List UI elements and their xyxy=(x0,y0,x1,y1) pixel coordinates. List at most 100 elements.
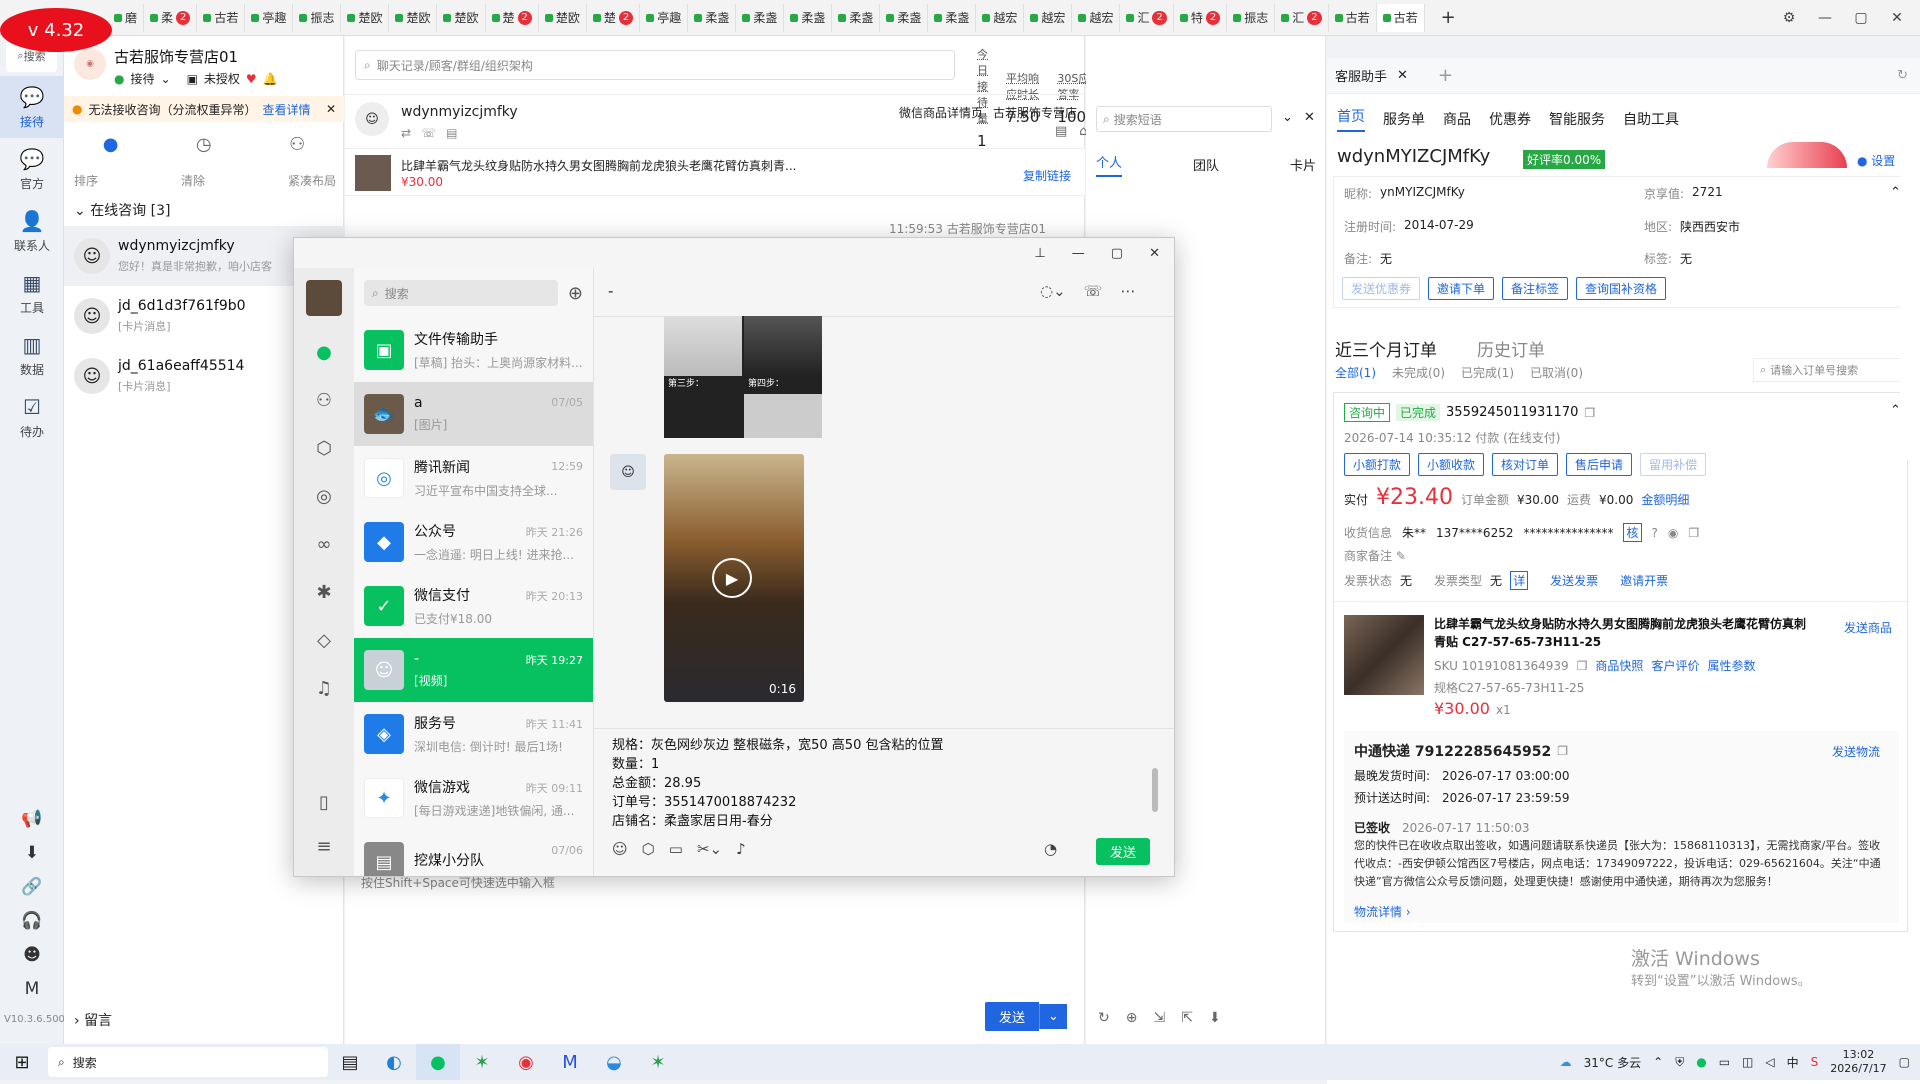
copy-icon[interactable]: ❐ xyxy=(1577,659,1588,673)
import-icon[interactable]: ⇲ xyxy=(1153,1010,1165,1026)
customer-action-button[interactable]: 备注标签 xyxy=(1502,277,1569,300)
customer-action-button[interactable]: 查询国补资格 xyxy=(1576,277,1667,300)
attributes-link[interactable]: 属性参数 xyxy=(1707,657,1755,674)
tab-item[interactable]: 楚欧 xyxy=(437,3,486,32)
mic-icon[interactable]: ♪ xyxy=(736,840,746,858)
tab-item[interactable]: 磨 xyxy=(108,3,145,32)
help-icon[interactable]: ? xyxy=(1652,526,1658,540)
tab-recent-orders[interactable]: 近三个月订单 xyxy=(1335,336,1437,361)
more-icon[interactable]: ⋯ xyxy=(1120,282,1135,300)
nav-item[interactable]: ▥ 数据 xyxy=(0,324,64,386)
add-icon[interactable]: ⊕ xyxy=(1126,1010,1138,1026)
tab-item[interactable]: 楚欧 xyxy=(341,3,390,32)
ime-indicator[interactable]: 中 xyxy=(1787,1054,1799,1071)
note-icon[interactable]: ▤ xyxy=(446,126,457,140)
image-message[interactable]: 第三步： 第四步： xyxy=(664,316,822,438)
volume-icon[interactable]: ◁ xyxy=(1765,1055,1774,1069)
close-icon[interactable]: ✕ xyxy=(1888,10,1906,26)
tab-item[interactable]: 振志 xyxy=(293,3,342,32)
message-input[interactable]: 规格：灰色网纱灰边 整根磁条，宽50 高50 包含粘的位置 数量：1 总金额：28.… xyxy=(612,736,1132,831)
tray-up-icon[interactable]: ⌃ xyxy=(1653,1055,1663,1069)
tab-item[interactable]: 亭趣 xyxy=(245,3,294,32)
wechat-avatar[interactable] xyxy=(306,280,342,316)
voice-icon[interactable]: ◔ xyxy=(1044,840,1057,858)
doc-icon[interactable]: ▤ xyxy=(1055,124,1067,139)
assistant-nav-item[interactable]: 智能服务 xyxy=(1549,109,1605,129)
conversation-item[interactable]: ✦ 微信游戏 [每日游戏速递]地铁偏闲, 通... 昨天 09:11 xyxy=(354,766,593,830)
tab-item[interactable]: 振志 xyxy=(1227,3,1276,32)
tab-item[interactable]: 柔盏 xyxy=(688,3,737,32)
assistant-nav-item[interactable]: 服务单 xyxy=(1383,109,1425,129)
order-filter[interactable]: 未完成(0) xyxy=(1392,364,1445,381)
transfer-icon[interactable]: ⇄ xyxy=(401,126,411,140)
customer-action-button[interactable]: 发送优惠券 xyxy=(1342,277,1421,300)
moments-icon[interactable]: ◎ xyxy=(294,472,354,520)
play-icon[interactable]: ▶ xyxy=(712,558,752,598)
order-action-button[interactable]: 留用补偿 xyxy=(1640,453,1707,476)
eye-icon[interactable]: ◉ xyxy=(1668,526,1678,540)
battery-icon[interactable]: ▭ xyxy=(1719,1055,1730,1069)
notification-icon[interactable]: ▢ xyxy=(1899,1055,1910,1069)
add-icon[interactable]: ⊕ xyxy=(568,283,583,304)
conversation-item[interactable]: ✓ 微信支付 已支付¥18.00 昨天 20:13 xyxy=(354,574,593,638)
emoji-icon[interactable]: ☺ xyxy=(612,840,628,858)
tab-item[interactable]: 楚2 xyxy=(486,3,539,32)
tab-item[interactable]: 越宏 xyxy=(976,3,1025,32)
order-action-button[interactable]: 小额打款 xyxy=(1344,453,1411,476)
express-detail-link[interactable]: 物流详情 › xyxy=(1354,903,1411,920)
call-icon[interactable]: ☏ xyxy=(1084,282,1103,300)
taskbar-search[interactable]: ⌕ 搜索 xyxy=(48,1047,328,1077)
tab-item[interactable]: 柔盏 xyxy=(880,3,929,32)
clear-button[interactable]: 清除 xyxy=(181,172,205,189)
order-action-button[interactable]: 核对订单 xyxy=(1492,453,1559,476)
app-m-icon[interactable]: M xyxy=(548,1044,592,1080)
sort-button[interactable]: 排序 xyxy=(74,172,98,189)
nav-bottom-icon[interactable]: ☻ xyxy=(0,938,64,972)
tab-card[interactable]: 卡片 xyxy=(1290,155,1316,174)
tab-item[interactable]: 越宏 xyxy=(1072,3,1121,32)
settings-icon[interactable]: ⚙ xyxy=(1780,10,1798,26)
tab-team[interactable]: 团队 xyxy=(1193,155,1219,174)
video-message[interactable]: ▶ 0:16 xyxy=(664,454,804,702)
amount-detail-link[interactable]: 金额明细 xyxy=(1641,491,1689,508)
folder-icon[interactable]: ▭ xyxy=(669,840,683,858)
tab-item[interactable]: 特2 xyxy=(1174,3,1228,32)
wechat-tray-icon[interactable]: ● xyxy=(1696,1055,1706,1069)
copy-link-button[interactable]: 复制链接 xyxy=(1023,167,1071,184)
send-button[interactable]: 发送 xyxy=(985,1001,1040,1031)
add-tab-icon[interactable]: + xyxy=(1438,65,1453,86)
nav-bottom-icon[interactable]: 🔗 xyxy=(0,870,64,904)
tab-item[interactable]: 越宏 xyxy=(1024,3,1073,32)
order-search[interactable]: ⌕ 请输入订单号搜索 xyxy=(1753,358,1903,382)
new-tab-button[interactable]: + xyxy=(1425,4,1472,32)
favorites-icon[interactable]: ⬡ xyxy=(294,424,354,472)
tab-item[interactable]: 楚2 xyxy=(587,3,641,32)
tab-item[interactable]: 柔盏 xyxy=(784,3,833,32)
warning-link[interactable]: 查看详情 xyxy=(263,101,311,118)
app-chat-icon[interactable]: ◒ xyxy=(592,1044,636,1080)
close-warning-icon[interactable]: ✕ xyxy=(326,102,336,116)
tab-item[interactable]: 柔盏 xyxy=(832,3,881,32)
assistant-nav-item[interactable]: 优惠券 xyxy=(1489,109,1531,129)
tab-item[interactable]: 柔盏 xyxy=(736,3,785,32)
edge-icon[interactable]: ◐ xyxy=(372,1044,416,1080)
snapshot-link[interactable]: 商品快照 xyxy=(1595,657,1643,674)
search-mini-icon[interactable]: ✱ xyxy=(294,568,354,616)
weather-text[interactable]: 31°C 多云 xyxy=(1584,1054,1641,1071)
s-icon[interactable]: S xyxy=(1811,1055,1819,1069)
assistant-tab[interactable]: 客服助手 xyxy=(1335,66,1387,85)
tab-item[interactable]: 亭趣 xyxy=(640,3,689,32)
settings-link[interactable]: ● 设置 xyxy=(1857,152,1895,169)
maximize-icon[interactable]: ▢ xyxy=(1852,10,1870,26)
shop-link[interactable]: 古若服饰专营店 xyxy=(993,104,1077,121)
minimize-icon[interactable]: — xyxy=(1072,246,1085,261)
chat-options-icon[interactable]: ◌⌄ xyxy=(1040,282,1066,300)
clock-icon[interactable]: ◷ xyxy=(196,134,212,155)
tab-item[interactable]: 柔2 xyxy=(144,3,198,32)
scissors-icon[interactable]: ✂⌄ xyxy=(697,840,722,858)
chat-icon[interactable]: ● xyxy=(294,328,354,376)
reviews-link[interactable]: 客户评价 xyxy=(1651,657,1699,674)
nav-bottom-icon[interactable]: M xyxy=(0,972,64,1006)
copy-icon[interactable]: ❐ xyxy=(1557,744,1568,758)
wechat-taskbar-icon[interactable]: ● xyxy=(416,1044,460,1080)
